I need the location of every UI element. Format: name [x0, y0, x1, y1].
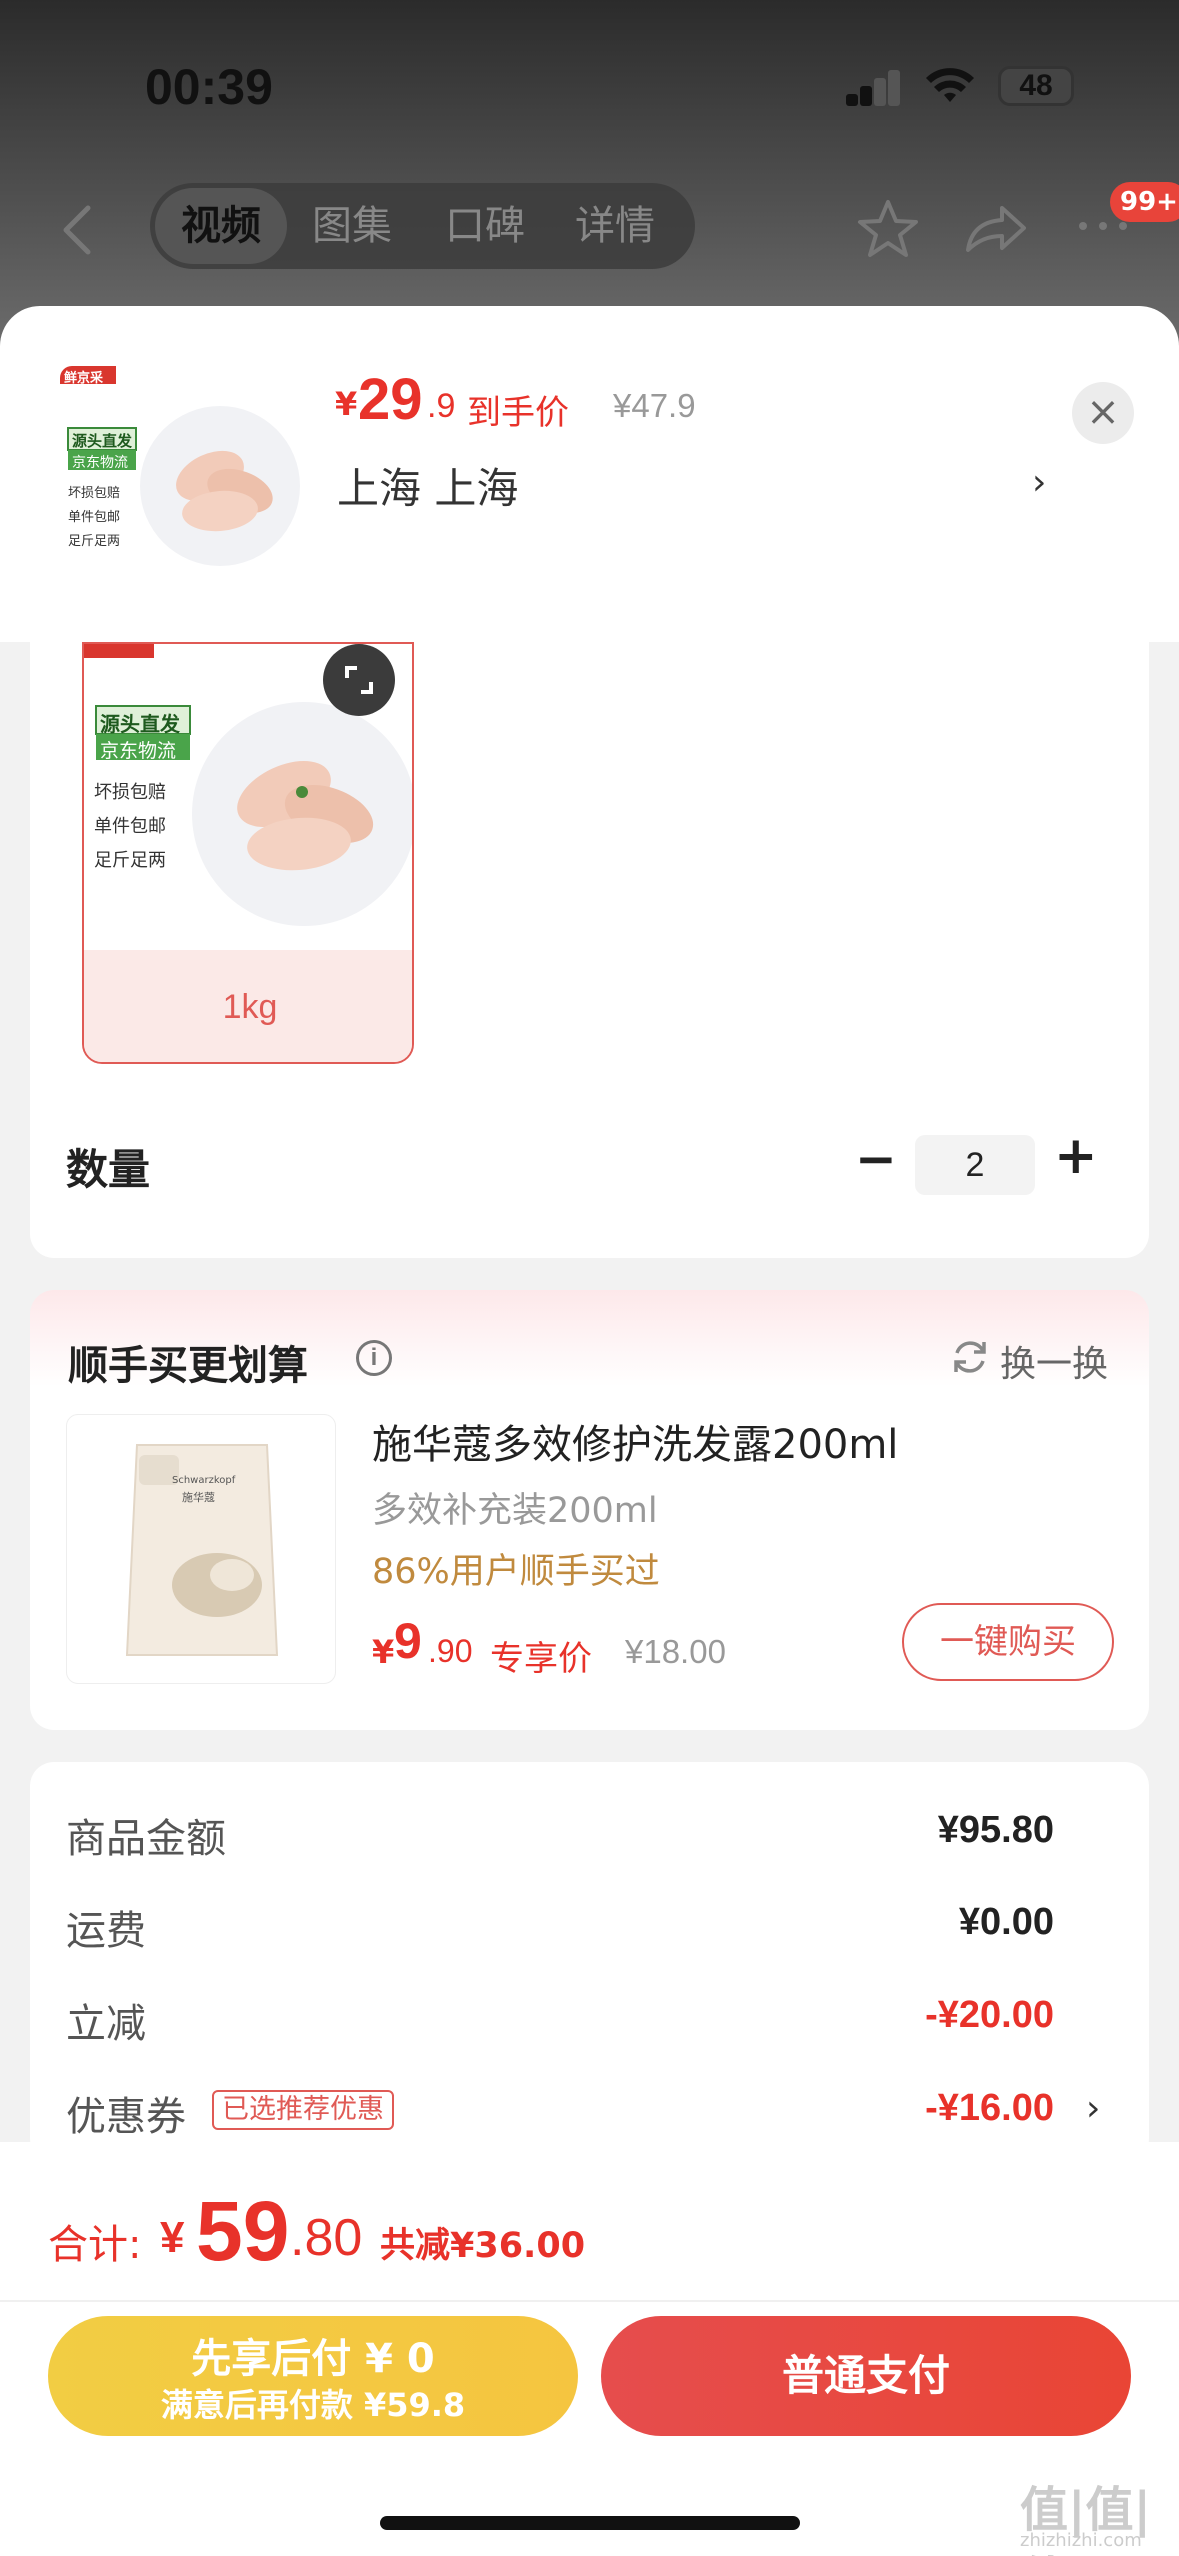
media-tabs: 视频 图集 口碑 详情 [150, 183, 695, 269]
coupon-tag[interactable]: 已选推荐优惠 [212, 2090, 394, 2130]
addon-product-spec: 多效补充装200ml [372, 1491, 658, 1531]
total-savings: 共减¥36.00 [380, 2226, 586, 2266]
subtotal-value: ¥95.80 [937, 1809, 1054, 1851]
total-label: 合计: [48, 2222, 142, 2268]
close-button[interactable]: × [1072, 382, 1134, 444]
addon-original-price: ¥18.00 [625, 1633, 726, 1670]
notification-badge: 99+ [1110, 182, 1179, 222]
coupon-value[interactable]: -¥16.00 [925, 2087, 1054, 2130]
total-integer: 59 [196, 2184, 290, 2278]
tab-gallery[interactable]: 图集 [292, 183, 412, 269]
cellular-signal-icon [846, 70, 900, 106]
total-decimal: .80 [290, 2209, 363, 2267]
addon-price-decimal: .90 [428, 1633, 473, 1669]
sku-tag2: 京东物流 [100, 740, 177, 762]
discount-value: -¥20.00 [925, 1994, 1054, 2036]
coupon-label[interactable]: 优惠券 [66, 2084, 186, 2142]
star-icon[interactable] [855, 196, 921, 262]
addon-price-symbol: ¥ [372, 1633, 395, 1671]
sku-bullet: 单件包邮 [94, 816, 166, 837]
status-time: 00:39 [145, 59, 273, 115]
chevron-right-icon[interactable]: › [1086, 2088, 1100, 2129]
expand-image-button[interactable] [323, 644, 395, 716]
price-decimal: .9 [427, 387, 456, 425]
sku-option-label: 1kg [222, 988, 278, 1026]
quantity-input[interactable]: 2 [915, 1135, 1035, 1195]
thumb-tag1: 源头直发 [72, 432, 133, 450]
addon-price-label: 专享价 [490, 1639, 592, 1679]
info-icon[interactable]: i [356, 1340, 392, 1376]
price-symbol: ¥ [335, 385, 358, 423]
original-price: ¥47.9 [613, 387, 696, 424]
pay-later-subtitle: 满意后再付款 ¥59.8 [160, 2386, 466, 2424]
price-label: 到手价 [467, 393, 569, 433]
refresh-icon[interactable] [950, 1337, 990, 1377]
pack-brand-cn: 施华蔻 [182, 1491, 215, 1504]
sku-bullet: 足斤足两 [94, 850, 166, 871]
addon-product-image[interactable]: Schwarzkopf 施华蔻 [66, 1414, 336, 1684]
quantity-decrease-button[interactable]: − [855, 1130, 897, 1188]
sku-label-area: 1kg [84, 950, 412, 1062]
home-indicator[interactable] [380, 2516, 800, 2530]
pay-later-button[interactable]: 先享后付 ¥ 0 满意后再付款 ¥59.8 [48, 2316, 578, 2436]
discount-label: 立减 [66, 2001, 146, 2047]
wifi-icon [926, 68, 974, 102]
thumb-tag2: 京东物流 [72, 455, 128, 471]
delivery-region[interactable]: 上海 上海 [337, 455, 518, 516]
thumb-brand: 鲜京采 [64, 371, 104, 386]
tab-video[interactable]: 视频 [155, 188, 287, 264]
tab-reviews[interactable]: 口碑 [425, 183, 545, 269]
chevron-right-icon[interactable]: › [1032, 462, 1046, 503]
normal-pay-button[interactable]: 普通支付 [601, 2316, 1131, 2436]
shipping-label: 运费 [66, 1908, 146, 1954]
addon-price-integer: 9 [394, 1613, 422, 1669]
share-icon[interactable] [962, 198, 1028, 258]
watermark-url: zhizhizhi.com [1020, 2530, 1142, 2551]
pack-brand: Schwarzkopf [172, 1475, 236, 1486]
thumb-bullet: 单件包邮 [68, 510, 121, 525]
expand-icon [345, 666, 373, 694]
divider [0, 2300, 1179, 2302]
total-symbol: ¥ [160, 2213, 185, 2262]
tab-details[interactable]: 详情 [555, 183, 675, 269]
addon-product-name[interactable]: 施华蔻多效修护洗发露200ml [372, 1412, 898, 1470]
subtotal-label: 商品金额 [66, 1816, 226, 1862]
back-arrow-icon[interactable] [50, 200, 110, 260]
quantity-label: 数量 [66, 1145, 151, 1194]
sku-bullet: 坏损包赔 [94, 782, 166, 803]
quantity-increase-button[interactable]: + [1054, 1126, 1098, 1186]
thumb-bullet: 坏损包赔 [68, 486, 121, 501]
price-integer: 29 [358, 367, 423, 432]
one-click-buy-button[interactable]: 一键购买 [902, 1603, 1114, 1681]
addon-buy-percentage: 86%用户顺手买过 [372, 1552, 660, 1592]
pay-later-title: 先享后付 ¥ 0 [191, 2336, 435, 2382]
addon-title: 顺手买更划算 [68, 1343, 308, 1389]
shipping-value: ¥0.00 [958, 1901, 1054, 1943]
thumb-bullet: 足斤足两 [68, 534, 121, 549]
sku-tag1: 源头直发 [100, 712, 180, 736]
product-thumbnail: 鲜京采 源头直发 京东物流 坏损包赔 单件包邮 足斤足两 [60, 366, 300, 606]
refresh-label[interactable]: 换一换 [1000, 1335, 1108, 1387]
battery-indicator: 48 [998, 66, 1074, 106]
